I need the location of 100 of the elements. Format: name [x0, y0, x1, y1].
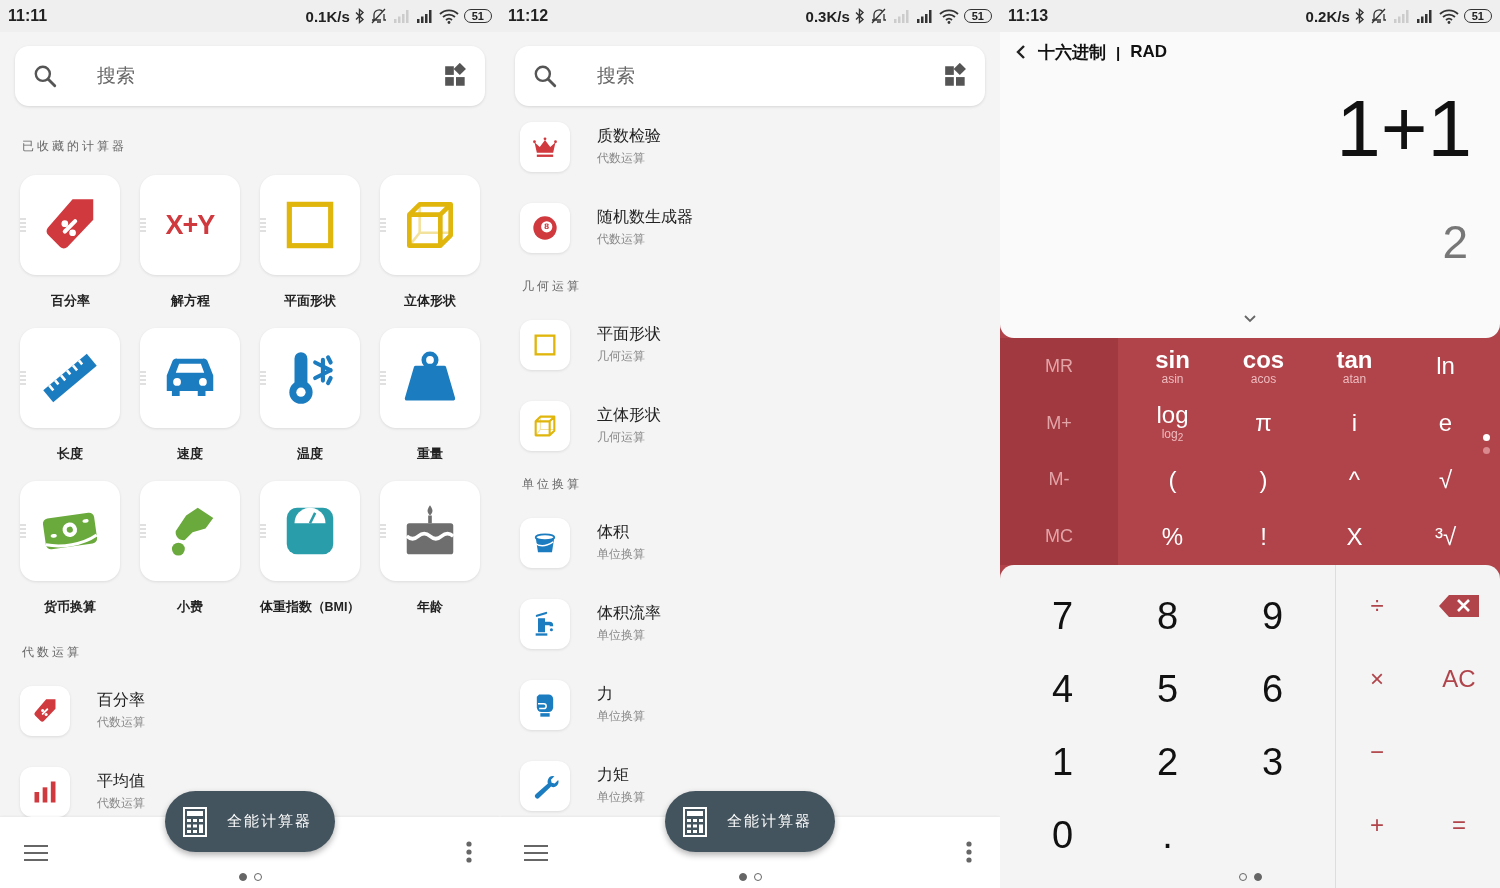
search-bar[interactable]: 搜索: [15, 46, 485, 106]
memory-key[interactable]: MR: [1000, 338, 1118, 395]
function-key[interactable]: (: [1127, 451, 1218, 509]
item-title[interactable]: 平面形状: [597, 324, 661, 345]
function-key[interactable]: √: [1400, 451, 1491, 509]
operator-key[interactable]: ÷: [1336, 569, 1418, 642]
drag-handle-icon[interactable]: [140, 524, 146, 538]
menu-icon[interactable]: [524, 844, 548, 862]
item-title[interactable]: 随机数生成器: [597, 207, 693, 228]
operator-key[interactable]: +: [1336, 788, 1418, 861]
digit-key[interactable]: 4: [1010, 653, 1115, 726]
angle-mode[interactable]: RAD: [1130, 42, 1168, 62]
function-key[interactable]: ^: [1309, 451, 1400, 509]
search-icon[interactable]: [532, 63, 558, 89]
calculator-tile[interactable]: [20, 175, 120, 275]
tile-label: 立体形状: [404, 293, 456, 310]
drag-handle-icon[interactable]: [260, 218, 266, 232]
network-speed: 0.1K/s: [305, 7, 350, 25]
operator-key[interactable]: =: [1418, 788, 1500, 861]
digit-key[interactable]: 7: [1010, 580, 1115, 653]
number-mode[interactable]: 十六进制: [1038, 40, 1106, 64]
function-key[interactable]: !: [1218, 508, 1309, 565]
item-title[interactable]: 百分率: [97, 690, 145, 711]
calculator-tile[interactable]: [260, 481, 360, 581]
search-field[interactable]: 搜索: [595, 64, 925, 88]
drag-handle-icon[interactable]: [380, 218, 386, 232]
memory-key[interactable]: M+: [1000, 394, 1118, 452]
item-title[interactable]: 体积流率: [597, 603, 661, 624]
icon-tile[interactable]: [20, 766, 70, 817]
calculator-tile[interactable]: [20, 481, 120, 581]
icon-tile[interactable]: [520, 319, 570, 370]
icon-tile[interactable]: [520, 121, 570, 172]
digit-key[interactable]: 6: [1220, 653, 1325, 726]
calculator-button[interactable]: 全能计算器: [165, 791, 335, 852]
function-key[interactable]: X: [1309, 508, 1400, 565]
function-key[interactable]: ³√: [1400, 508, 1491, 565]
item-title[interactable]: 质数检验: [597, 126, 661, 147]
digit-key[interactable]: 0: [1010, 799, 1115, 872]
drag-handle-icon[interactable]: [20, 218, 26, 232]
drag-handle-icon[interactable]: [260, 524, 266, 538]
digit-key[interactable]: 5: [1115, 653, 1220, 726]
function-key[interactable]: sin asin: [1127, 338, 1218, 395]
icon-tile[interactable]: [520, 598, 570, 649]
more-icon[interactable]: [466, 841, 472, 863]
calculator-tile[interactable]: X+Y: [140, 175, 240, 275]
function-key[interactable]: ln: [1400, 338, 1491, 395]
item-title[interactable]: 平均值: [97, 771, 145, 792]
digit-key[interactable]: 8: [1115, 580, 1220, 653]
more-icon[interactable]: [966, 841, 972, 863]
function-key[interactable]: %: [1127, 508, 1218, 565]
memory-key[interactable]: M-: [1000, 451, 1118, 509]
calculator-tile[interactable]: [380, 481, 480, 581]
item-title[interactable]: 力矩: [597, 765, 645, 786]
function-key[interactable]: e: [1400, 394, 1491, 452]
icon-tile[interactable]: [520, 400, 570, 451]
search-bar[interactable]: 搜索: [515, 46, 985, 106]
drag-handle-icon[interactable]: [20, 524, 26, 538]
drag-handle-icon[interactable]: [140, 218, 146, 232]
icon-tile[interactable]: [520, 760, 570, 811]
calculator-tile[interactable]: [260, 328, 360, 428]
digit-key[interactable]: 3: [1220, 726, 1325, 799]
function-key[interactable]: cos acos: [1218, 338, 1309, 395]
calculator-tile[interactable]: [380, 328, 480, 428]
icon-tile[interactable]: [520, 517, 570, 568]
function-key[interactable]: i: [1309, 394, 1400, 452]
function-key[interactable]: π: [1218, 394, 1309, 452]
search-field[interactable]: 搜索: [95, 64, 425, 88]
drag-handle-icon[interactable]: [140, 371, 146, 385]
drag-handle-icon[interactable]: [260, 371, 266, 385]
digit-key[interactable]: 2: [1115, 726, 1220, 799]
item-title[interactable]: 立体形状: [597, 405, 661, 426]
calculator-tile[interactable]: [20, 328, 120, 428]
item-subtitle: 几何运算: [597, 429, 646, 446]
calculator-tile[interactable]: [260, 175, 360, 275]
icon-tile[interactable]: [520, 679, 570, 730]
search-icon[interactable]: [32, 63, 58, 89]
digit-key[interactable]: .: [1115, 799, 1220, 872]
function-key[interactable]: log log$_{2}$: [1127, 394, 1218, 452]
item-title[interactable]: 力: [597, 684, 645, 705]
operator-key[interactable]: −: [1336, 715, 1418, 788]
memory-key[interactable]: MC: [1000, 508, 1118, 565]
calculator-tile[interactable]: [140, 481, 240, 581]
drag-handle-icon[interactable]: [20, 371, 26, 385]
calculator-tile[interactable]: [140, 328, 240, 428]
drag-handle-icon[interactable]: [380, 371, 386, 385]
operator-key[interactable]: AC: [1418, 642, 1500, 715]
operator-key[interactable]: ×: [1336, 642, 1418, 715]
calculator-button[interactable]: 全能计算器: [665, 791, 835, 852]
back-icon[interactable]: [1014, 43, 1028, 61]
drag-handle-icon[interactable]: [380, 524, 386, 538]
calculator-tile[interactable]: [380, 175, 480, 275]
function-key[interactable]: tan atan: [1309, 338, 1400, 395]
digit-key[interactable]: 9: [1220, 580, 1325, 653]
item-title[interactable]: 体积: [597, 522, 645, 543]
function-key[interactable]: ): [1218, 451, 1309, 509]
bell-off-icon: [869, 8, 888, 24]
menu-icon[interactable]: [24, 844, 48, 862]
icon-tile[interactable]: [20, 685, 70, 736]
digit-key[interactable]: 1: [1010, 726, 1115, 799]
chevron-down-icon[interactable]: [1242, 314, 1258, 324]
